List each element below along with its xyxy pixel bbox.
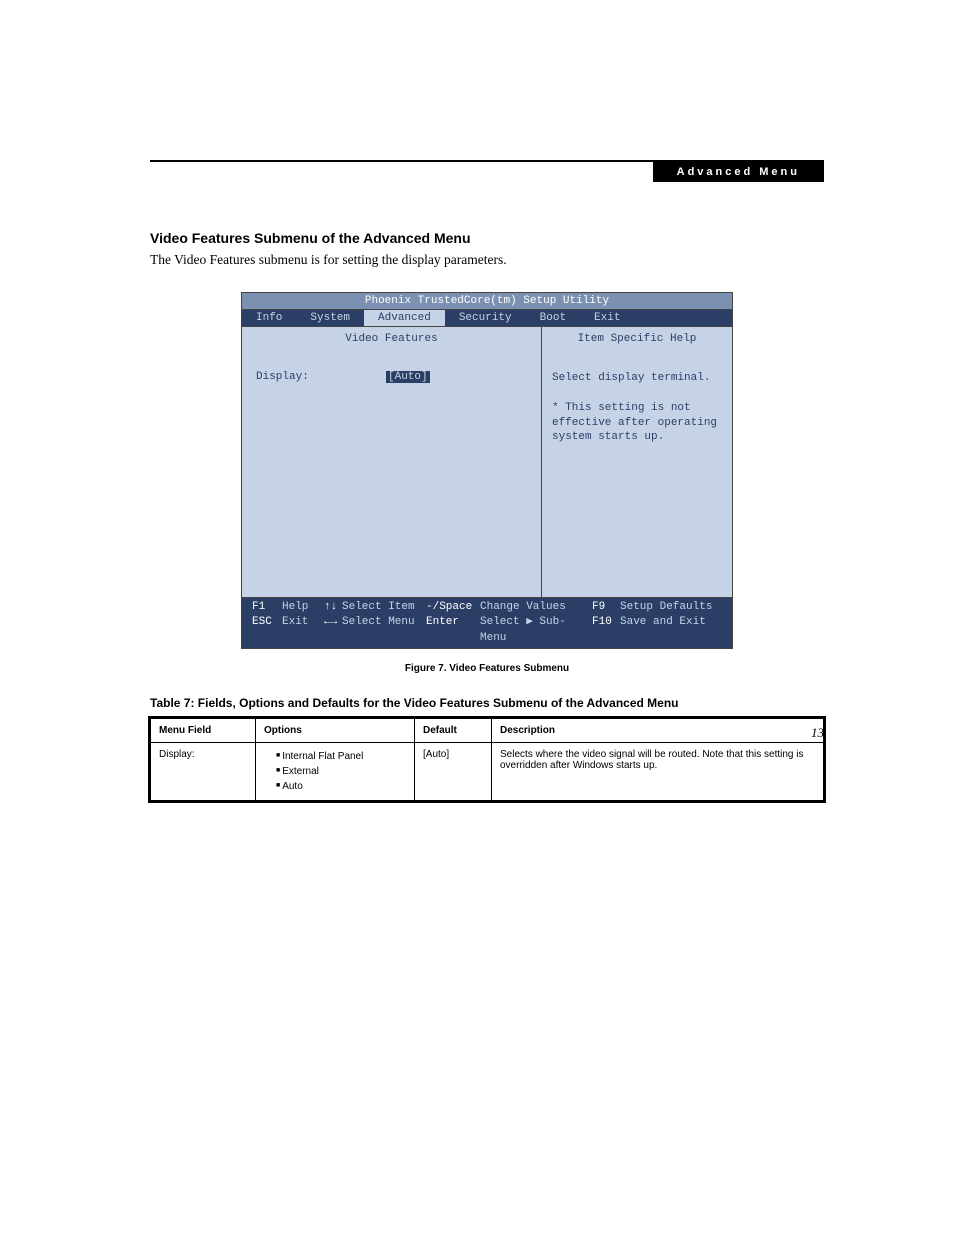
cell-options: Internal Flat Panel External Auto: [256, 743, 415, 801]
fields-table: Menu Field Options Default Description D…: [150, 718, 824, 801]
footer-key-enter: Enter: [426, 615, 480, 646]
table-row: Display: Internal Flat Panel External Au…: [151, 743, 824, 801]
cell-default: [Auto]: [415, 743, 492, 801]
footer-key-f10: F10: [592, 615, 620, 646]
option-item: Internal Flat Panel: [276, 749, 406, 764]
footer-key-f9: F9: [592, 600, 620, 615]
footer-label-select-sub: Select ▶ Sub-Menu: [480, 615, 592, 646]
header-label: Advanced Menu: [653, 162, 824, 182]
th-description: Description: [492, 719, 824, 743]
bios-right-pane: Item Specific Help Select display termin…: [542, 327, 732, 597]
option-item: External: [276, 764, 406, 779]
tab-boot[interactable]: Boot: [526, 310, 580, 326]
footer-label-select-menu: Select Menu: [342, 615, 426, 646]
bios-tabs: Info System Advanced Security Boot Exit: [242, 310, 732, 327]
header-bar: Advanced Menu: [150, 162, 824, 182]
tab-info[interactable]: Info: [242, 310, 296, 326]
section-text: The Video Features submenu is for settin…: [150, 252, 824, 268]
table-header-row: Menu Field Options Default Description: [151, 719, 824, 743]
footer-label-save-exit: Save and Exit: [620, 615, 722, 646]
bios-left-title: Video Features: [256, 333, 527, 345]
bios-title: Phoenix TrustedCore(tm) Setup Utility: [242, 293, 732, 310]
bios-setting-label: Display:: [256, 371, 386, 383]
footer-label-setup-defaults: Setup Defaults: [620, 600, 722, 615]
footer-key-space: -/Space: [426, 600, 480, 615]
th-default: Default: [415, 719, 492, 743]
cell-description: Selects where the video signal will be r…: [492, 743, 824, 801]
table-title: Table 7: Fields, Options and Defaults fo…: [150, 696, 824, 710]
figure-caption: Figure 7. Video Features Submenu: [150, 663, 824, 674]
page-number: 13: [811, 725, 824, 741]
bios-window: Phoenix TrustedCore(tm) Setup Utility In…: [241, 292, 733, 649]
tab-exit[interactable]: Exit: [580, 310, 634, 326]
footer-label-change-values: Change Values: [480, 600, 592, 615]
bios-setting-value[interactable]: [Auto]: [386, 371, 430, 383]
tab-system[interactable]: System: [296, 310, 364, 326]
footer-label-select-item: Select Item: [342, 600, 426, 615]
th-menu-field: Menu Field: [151, 719, 256, 743]
bios-left-pane: Video Features Display: [Auto]: [242, 327, 542, 597]
footer-label-help: Help: [282, 600, 324, 615]
tab-security[interactable]: Security: [445, 310, 526, 326]
arrows-vert-icon: ↑↓: [324, 600, 342, 615]
footer-key-esc: ESC: [252, 615, 282, 646]
tab-advanced[interactable]: Advanced: [364, 310, 445, 326]
footer-label-exit: Exit: [282, 615, 324, 646]
bios-right-title: Item Specific Help: [552, 333, 722, 345]
th-options: Options: [256, 719, 415, 743]
option-item: Auto: [276, 779, 406, 794]
cell-menu-field: Display:: [151, 743, 256, 801]
bios-setting-row: Display: [Auto]: [256, 371, 527, 383]
bios-help-text: Select display terminal. * This setting …: [552, 371, 722, 445]
section-title: Video Features Submenu of the Advanced M…: [150, 230, 824, 246]
bios-footer: F1 Help ↑↓ Select Item -/Space Change Va…: [242, 597, 732, 648]
footer-key-f1: F1: [252, 600, 282, 615]
arrows-horiz-icon: ←→: [324, 615, 342, 646]
